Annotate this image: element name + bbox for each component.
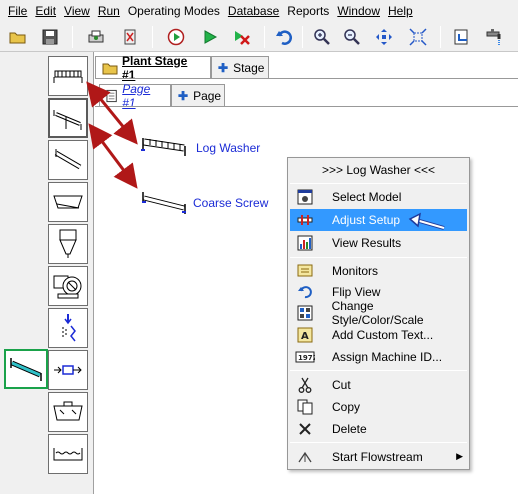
- cut-icon: [290, 374, 320, 396]
- menu-item-assign-machine-id[interactable]: 1972 Assign Machine ID...: [290, 346, 467, 368]
- menu-item-delete[interactable]: Delete: [290, 418, 467, 440]
- delete-x-icon: [290, 418, 320, 440]
- menu-item-view-results[interactable]: View Results: [290, 232, 467, 254]
- menu-item-change-style[interactable]: Change Style/Color/Scale: [290, 299, 467, 327]
- menu-item-monitors[interactable]: Monitors: [290, 260, 467, 282]
- menu-item-add-custom-text[interactable]: A Add Custom Text...: [290, 324, 467, 346]
- flowstream-icon: [290, 446, 320, 468]
- adjust-setup-icon: [290, 209, 320, 231]
- machine-id-icon: 1972: [290, 346, 320, 368]
- flip-view-icon: [290, 281, 320, 303]
- menu-item-cut[interactable]: Cut: [290, 374, 467, 396]
- submenu-arrow-icon: ▶: [456, 451, 463, 461]
- context-menu: >>> Log Washer <<< Select Model Adjust S…: [287, 157, 470, 470]
- copy-icon: [290, 396, 320, 418]
- svg-text:A: A: [301, 331, 309, 342]
- change-style-icon: [290, 302, 320, 324]
- context-menu-header: >>> Log Washer <<<: [322, 163, 435, 177]
- pointer-arrow-icon: [408, 212, 445, 230]
- svg-text:1972: 1972: [298, 354, 315, 362]
- monitors-icon: [290, 260, 320, 282]
- menu-item-start-flowstream[interactable]: Start Flowstream ▶: [290, 446, 467, 468]
- menu-item-copy[interactable]: Copy: [290, 396, 467, 418]
- select-model-icon: [290, 186, 320, 208]
- arrow-coarse-screw: [88, 123, 138, 189]
- view-results-icon: [290, 232, 320, 254]
- custom-text-icon: A: [290, 324, 320, 346]
- menu-item-select-model[interactable]: Select Model: [290, 186, 467, 208]
